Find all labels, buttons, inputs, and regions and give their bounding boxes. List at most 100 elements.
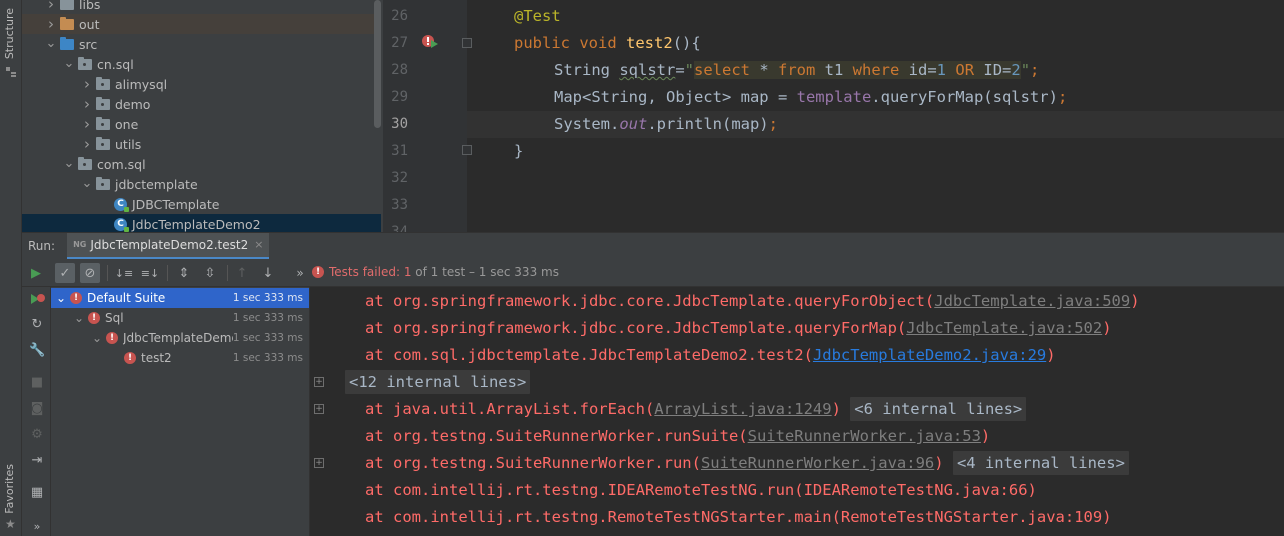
show-ignored-toggle-icon[interactable]: ⊘ <box>80 263 100 283</box>
project-tree-item-label: demo <box>115 96 151 112</box>
project-tree-item[interactable]: ⌄ src <box>22 34 381 54</box>
layout-icon[interactable]: ▦ <box>29 485 45 501</box>
line-number: 33 <box>391 197 408 213</box>
test-tree-item[interactable]: ⌄! Default Suite 1 sec 333 ms <box>51 288 309 308</box>
project-tree-item[interactable]: ⌄ jdbctemplate <box>22 174 381 194</box>
java-class-icon: C <box>114 217 129 232</box>
source-link[interactable]: ArrayList.java:1249 <box>654 400 831 418</box>
close-tab-icon[interactable]: × <box>254 238 263 251</box>
chevron-right-icon[interactable]: › <box>44 15 58 33</box>
previous-failed-icon[interactable]: ↑ <box>232 263 252 283</box>
source-link[interactable]: JdbcTemplateDemo2.java:29 <box>813 346 1046 364</box>
project-tree-item[interactable]: › demo <box>22 94 381 114</box>
more-actions-icon[interactable]: » <box>290 263 310 283</box>
chevron-down-icon[interactable]: ⌄ <box>62 57 76 70</box>
project-tree-item[interactable]: › out <box>22 14 381 34</box>
chevron-down-icon[interactable]: ⌄ <box>74 311 88 325</box>
status-failed-count: 1 <box>403 265 412 279</box>
expand-internal-lines-icon[interactable]: + <box>314 404 324 414</box>
test-tree-item[interactable]: ⌄! JdbcTemplateDemo21 sec 333 ms <box>51 328 309 348</box>
next-failed-icon[interactable]: ↓ <box>258 263 278 283</box>
expand-internal-lines-icon[interactable]: + <box>314 377 324 387</box>
stop-icon[interactable]: ■ <box>29 375 45 391</box>
project-tree-item-label: com.sql <box>97 156 146 172</box>
chevron-down-icon[interactable]: ⌄ <box>62 157 76 170</box>
test-name: JdbcTemplateDemo2 <box>123 331 233 345</box>
stack-frame-text: at java.util.ArrayList.forEach( <box>365 400 655 418</box>
test-tree-item[interactable]: ⌄! Sql 1 sec 333 ms <box>51 308 309 328</box>
project-tree-item[interactable]: › one <box>22 114 381 134</box>
project-tree-item[interactable]: › utils <box>22 134 381 154</box>
source-link[interactable]: JdbcTemplate.java:502 <box>906 319 1102 337</box>
project-tree-item-label: cn.sql <box>97 56 134 72</box>
expand-all-icon[interactable]: ⇕ <box>174 263 194 283</box>
sort-alphabetically-icon[interactable]: ↓≡ <box>114 263 134 283</box>
chevron-right-icon[interactable]: › <box>80 95 94 113</box>
structure-tab[interactable]: Structure <box>3 8 16 59</box>
console-line: at com.intellij.rt.testng.RemoteTestNGSt… <box>365 504 1112 531</box>
chevron-down-icon[interactable]: ⌄ <box>80 177 94 190</box>
run-tab-jdbctemplatedemo2-test2[interactable]: NG JdbcTemplateDemo2.test2 × <box>67 232 270 260</box>
rerun-icon[interactable]: ▶ <box>26 263 46 283</box>
chevron-right-icon[interactable]: › <box>44 0 58 13</box>
settings-wrench-icon[interactable]: 🔧 <box>29 343 45 359</box>
console-line: at org.testng.SuiteRunnerWorker.run(Suit… <box>365 450 1129 477</box>
project-tree-item[interactable]: C JdbcTemplateDemo2 <box>22 214 381 232</box>
stack-frame-close: ) <box>831 400 841 418</box>
test-name: Sql <box>105 311 124 325</box>
folded-internal-lines[interactable]: <12 internal lines> <box>345 370 531 394</box>
toggle-auto-test-icon[interactable]: ↻ <box>29 317 45 333</box>
fold-marker-close[interactable] <box>462 145 472 155</box>
project-tree-item[interactable]: › libs <box>22 0 381 14</box>
chevron-right-icon[interactable]: › <box>80 115 94 133</box>
more-tools-icon[interactable]: » <box>29 519 45 535</box>
status-prefix: Tests failed: <box>329 265 400 279</box>
project-tree-item[interactable]: › alimysql <box>22 74 381 94</box>
project-tree-item-label: JDBCTemplate <box>132 196 220 212</box>
project-tree-item-label: JdbcTemplateDemo2 <box>132 216 261 232</box>
run-test-gutter-icon[interactable] <box>421 34 439 53</box>
run-side-toolbar: ↻ 🔧 ■ ◙ ⚙ ⇥ ▦ » <box>22 287 51 536</box>
console-output[interactable]: at org.springframework.jdbc.core.JdbcTem… <box>310 287 1284 536</box>
run-label: Run: <box>28 239 56 253</box>
project-tree-item[interactable]: ⌄ com.sql <box>22 154 381 174</box>
rerun-failed-icon[interactable] <box>29 292 45 308</box>
project-tree-item[interactable]: C JDBCTemplate <box>22 194 381 214</box>
collapse-all-icon[interactable]: ⇳ <box>200 263 220 283</box>
sort-by-duration-icon[interactable]: ≡↓ <box>140 263 160 283</box>
show-passed-toggle-icon[interactable]: ✓ <box>55 263 75 283</box>
stack-frame-close: ) <box>934 454 944 472</box>
fold-marker-open[interactable] <box>462 38 472 48</box>
line-number: 30 <box>391 116 408 132</box>
exit-icon[interactable]: ⇥ <box>29 453 45 469</box>
chevron-down-icon[interactable]: ⌄ <box>92 331 106 345</box>
line-number: 31 <box>391 143 408 159</box>
expand-internal-lines-icon[interactable]: + <box>314 458 324 468</box>
run-toolbar: ▶ ✓ ⊘ ↓≡ ≡↓ ⇕ ⇳ ↑ ↓ » ! Tests failed: 1 … <box>22 259 1284 287</box>
source-link[interactable]: SuiteRunnerWorker.java:96 <box>701 454 934 472</box>
console-line: at java.util.ArrayList.forEach(ArrayList… <box>365 396 1027 423</box>
folded-internal-lines[interactable]: <6 internal lines> <box>850 397 1027 421</box>
code-line-29: Map<String, Object> map = template.query… <box>554 88 1068 106</box>
chevron-right-icon[interactable]: › <box>80 135 94 153</box>
debug-gear-icon[interactable]: ⚙ <box>29 427 45 443</box>
project-tree-item[interactable]: ⌄ cn.sql <box>22 54 381 74</box>
camera-icon[interactable]: ◙ <box>29 401 45 417</box>
test-tree-item[interactable]: ! test2 1 sec 333 ms <box>51 348 309 368</box>
package-icon <box>96 76 110 90</box>
source-link[interactable]: JdbcTemplate.java:509 <box>934 292 1130 310</box>
chevron-down-icon[interactable]: ⌄ <box>56 291 70 305</box>
project-tree-item-label: src <box>79 36 98 52</box>
project-scrollbar[interactable] <box>374 0 381 128</box>
favorites-tab[interactable]: Favorites <box>3 464 16 514</box>
package-icon <box>96 116 110 130</box>
code-editor[interactable]: 26 27 28 29 30 31 32 33 34 @Test public void tes… <box>383 0 1284 232</box>
folded-internal-lines[interactable]: <4 internal lines> <box>952 451 1129 475</box>
console-line: at com.intellij.rt.testng.IDEARemoteTest… <box>365 477 1037 504</box>
left-tool-strip: Structure Favorites ★ <box>0 0 22 536</box>
source-link[interactable]: SuiteRunnerWorker.java:53 <box>748 427 981 445</box>
chevron-down-icon[interactable]: ⌄ <box>44 37 58 50</box>
test-failed-icon: ! <box>70 292 82 304</box>
project-tree-item-label: alimysql <box>115 76 168 92</box>
chevron-right-icon[interactable]: › <box>80 75 94 93</box>
